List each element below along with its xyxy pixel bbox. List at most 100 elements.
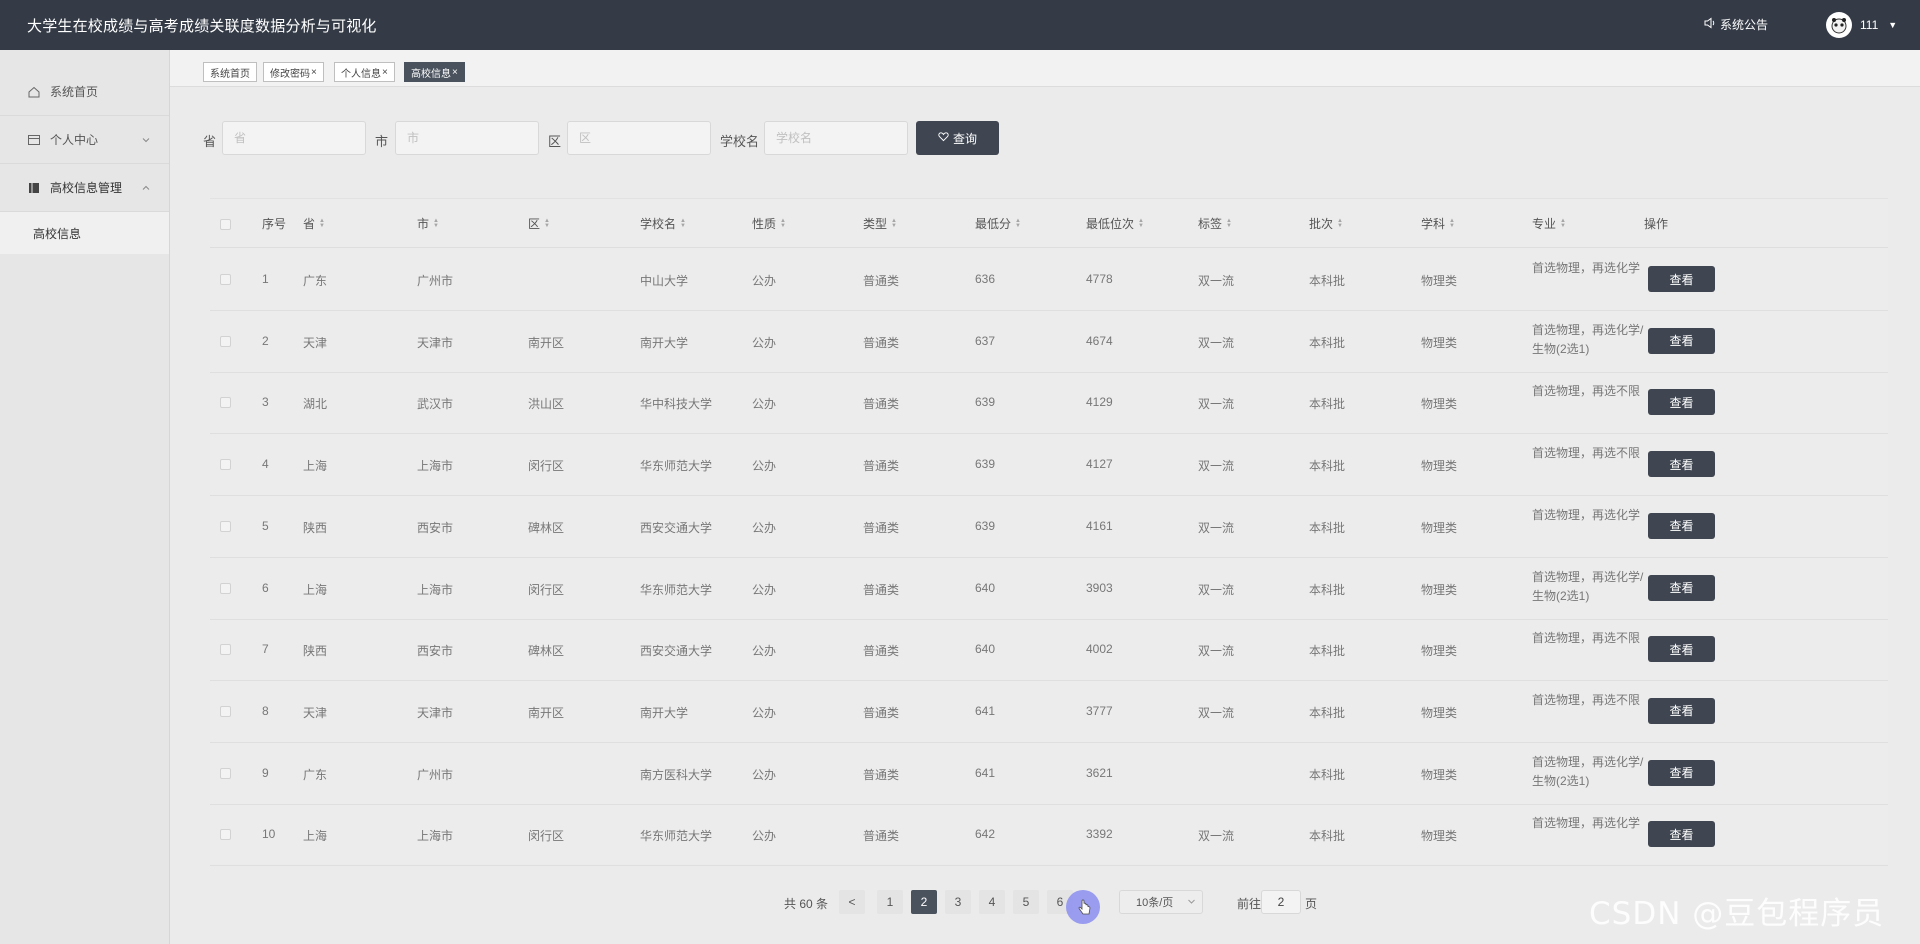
column-header[interactable]: 区 ▲ ▼ bbox=[528, 215, 550, 232]
column-header[interactable]: 标签 ▲ ▼ bbox=[1198, 215, 1232, 232]
row-checkbox[interactable] bbox=[220, 520, 231, 532]
row-checkbox[interactable] bbox=[220, 582, 231, 594]
top-bar: 大学生在校成绩与高考成绩关联度数据分析与可视化 系统公告 111 ▼ bbox=[0, 0, 1920, 50]
table-cell: 普通类 bbox=[863, 274, 900, 288]
table-cell: 上海市 bbox=[417, 582, 454, 597]
user-menu[interactable]: 111 ▼ bbox=[1826, 12, 1897, 38]
table-cell: 首选物理，再选化学 bbox=[1532, 816, 1641, 831]
table-cell: 湖北 bbox=[303, 397, 328, 412]
table-cell: 天津市 bbox=[417, 335, 454, 350]
sort-icon: ▲ ▼ bbox=[319, 217, 325, 229]
goto-page-input[interactable] bbox=[1261, 890, 1301, 914]
tab-home[interactable]: 系统首页 bbox=[203, 62, 257, 82]
column-header[interactable]: 市 ▲ ▼ bbox=[417, 215, 439, 232]
sort-icon: ▲ ▼ bbox=[780, 217, 786, 229]
close-icon[interactable]: × bbox=[311, 67, 317, 78]
table-cell: 物理类 bbox=[1421, 335, 1458, 350]
view-button[interactable]: 查看 bbox=[1648, 512, 1715, 539]
column-header[interactable]: 省 ▲ ▼ bbox=[303, 215, 325, 232]
table-cell: 上海 bbox=[303, 459, 328, 474]
table-row: 5 陕西 西安市 碑林区 西安交通大学 公办 普通类 639 4161 双一流 本科批 物理类 首选物理… bbox=[210, 496, 1888, 558]
page-button-current[interactable]: 2 bbox=[911, 890, 937, 914]
table-cell: 8 bbox=[262, 703, 269, 718]
province-label: 省 bbox=[203, 134, 217, 149]
table-cell: 南方医科大学 bbox=[640, 767, 713, 782]
table-header: 序号 省 ▲ ▼ 市 ▲ ▼ 区 ▲ ▼ 学校名 ▲ ▼ 性质 ▲ ▼ 类型 ▲ ▼ 最低分 ▲ ▼ 最低位… bbox=[210, 199, 1888, 248]
notice-label: 系统公告 bbox=[1720, 18, 1769, 32]
tab-personal-info[interactable]: 个人信息 × bbox=[334, 62, 395, 82]
table-cell: 南开区 bbox=[528, 705, 565, 720]
table-cell: 天津市 bbox=[417, 705, 454, 720]
column-header[interactable]: 性质 ▲ ▼ bbox=[752, 215, 786, 232]
column-header[interactable]: 学科 ▲ ▼ bbox=[1421, 215, 1455, 232]
column-header[interactable]: 类型 ▲ ▼ bbox=[863, 215, 897, 232]
prev-page-button[interactable]: < bbox=[839, 890, 865, 914]
school-name-input[interactable] bbox=[764, 121, 908, 155]
table-cell: 碑林区 bbox=[528, 644, 565, 659]
view-button[interactable]: 查看 bbox=[1648, 327, 1715, 354]
view-button[interactable]: 查看 bbox=[1648, 389, 1715, 416]
district-input[interactable] bbox=[567, 121, 711, 155]
view-button[interactable]: 查看 bbox=[1648, 697, 1715, 724]
sort-icon: ▲ ▼ bbox=[1337, 217, 1343, 229]
column-header[interactable]: 最低分 ▲ ▼ bbox=[975, 215, 1021, 232]
sidebar-item-personal-center[interactable]: 个人中心 bbox=[0, 116, 169, 164]
province-input[interactable] bbox=[222, 121, 366, 155]
table-cell: 广州市 bbox=[417, 274, 454, 288]
tab-bar: 系统首页 修改密码 × 个人信息 × 高校信息 × bbox=[170, 50, 1920, 87]
system-notice-link[interactable]: 系统公告 bbox=[1704, 16, 1768, 33]
row-checkbox[interactable] bbox=[220, 829, 231, 841]
table-cell: 3903 bbox=[1086, 580, 1113, 595]
sidebar-item-home[interactable]: 系统首页 bbox=[0, 68, 169, 116]
view-button[interactable]: 查看 bbox=[1648, 451, 1715, 478]
sidebar-subitem-school-info[interactable]: 高校信息 bbox=[0, 212, 169, 254]
table-cell: 本科批 bbox=[1309, 520, 1346, 535]
search-button[interactable]: 查询 bbox=[916, 121, 999, 155]
sort-icon: ▲ ▼ bbox=[1226, 217, 1232, 229]
table-cell: 639 bbox=[975, 457, 996, 472]
close-icon[interactable]: × bbox=[382, 67, 388, 78]
tab-change-password[interactable]: 修改密码 × bbox=[263, 62, 324, 82]
sidebar-item-school-info-management[interactable]: 高校信息管理 bbox=[0, 164, 169, 212]
table-cell: 637 bbox=[975, 333, 996, 348]
tab-school-info[interactable]: 高校信息 × bbox=[404, 62, 465, 82]
row-checkbox[interactable] bbox=[220, 397, 231, 409]
table-cell: 首选物理，再选不限 bbox=[1532, 446, 1641, 461]
table-cell: 本科批 bbox=[1309, 582, 1346, 597]
page-button[interactable]: 1 bbox=[877, 890, 903, 914]
column-header[interactable]: 最低位次 ▲ ▼ bbox=[1086, 215, 1144, 232]
table-cell: 641 bbox=[975, 703, 996, 718]
city-input[interactable] bbox=[395, 121, 539, 155]
table-cell: 双一流 bbox=[1198, 644, 1235, 659]
page-button[interactable]: 4 bbox=[979, 890, 1005, 914]
column-header[interactable]: 专业 ▲ ▼ bbox=[1532, 215, 1566, 232]
view-button[interactable]: 查看 bbox=[1648, 759, 1715, 786]
row-checkbox[interactable] bbox=[220, 767, 231, 779]
page-button[interactable]: 3 bbox=[945, 890, 971, 914]
row-checkbox[interactable] bbox=[220, 644, 231, 656]
view-button[interactable]: 查看 bbox=[1648, 574, 1715, 601]
page-button[interactable]: 5 bbox=[1013, 890, 1039, 914]
close-icon[interactable]: × bbox=[452, 67, 458, 78]
column-header[interactable]: 批次 ▲ ▼ bbox=[1309, 215, 1343, 232]
view-button[interactable]: 查看 bbox=[1648, 821, 1715, 848]
table-cell: 碑林区 bbox=[528, 520, 565, 535]
table-cell: 陕西 bbox=[303, 520, 328, 535]
table-cell: 双一流 bbox=[1198, 335, 1235, 350]
view-button[interactable]: 查看 bbox=[1648, 636, 1715, 663]
row-checkbox[interactable] bbox=[220, 705, 231, 717]
table-row: 6 上海 上海市 闵行区 华东师范大学 公办 普通类 640 3903 双一流 本科批 物理类 首选物理… bbox=[210, 558, 1888, 620]
table-cell: 4002 bbox=[1086, 642, 1113, 657]
row-checkbox[interactable] bbox=[220, 274, 231, 285]
table-cell: 636 bbox=[975, 272, 996, 286]
row-checkbox[interactable] bbox=[220, 459, 231, 471]
table-cell: 广东 bbox=[303, 767, 328, 782]
view-button[interactable]: 查看 bbox=[1648, 266, 1715, 292]
table-cell: 普通类 bbox=[863, 335, 900, 350]
column-header[interactable]: 学校名 ▲ ▼ bbox=[640, 215, 686, 232]
school-name-label: 学校名 bbox=[720, 134, 760, 149]
page-size-select[interactable]: 10条/页 bbox=[1119, 890, 1203, 914]
row-checkbox[interactable] bbox=[220, 335, 231, 347]
table-cell: 6 bbox=[262, 580, 269, 595]
select-all-checkbox[interactable] bbox=[220, 219, 231, 230]
